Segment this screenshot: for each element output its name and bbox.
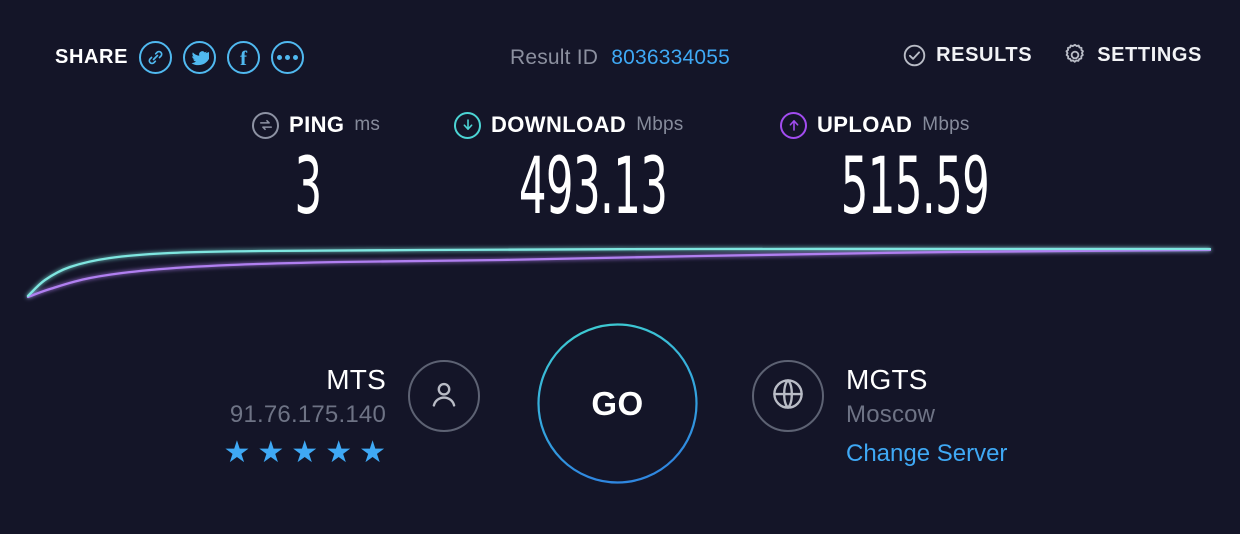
client-rating-stars[interactable]: ★ ★ ★ ★ ★ bbox=[223, 438, 386, 468]
change-server-link[interactable]: Change Server bbox=[846, 437, 1007, 471]
metric-download: DOWNLOAD Mbps 493.13 bbox=[440, 110, 740, 228]
result-id-label: Result ID bbox=[509, 46, 599, 69]
metric-ping-value: 3 bbox=[294, 142, 323, 232]
client-avatar-button[interactable] bbox=[408, 360, 480, 432]
metric-ping: PING ms 3 bbox=[180, 110, 420, 228]
metric-upload: UPLOAD Mbps 515.59 bbox=[770, 110, 1050, 228]
speed-graph-svg bbox=[26, 247, 1212, 299]
rating-star[interactable]: ★ bbox=[257, 438, 284, 468]
gear-icon bbox=[1062, 42, 1088, 68]
server-name: MGTS bbox=[846, 364, 928, 395]
metric-download-label: DOWNLOAD bbox=[491, 112, 627, 137]
graph-line-download bbox=[26, 247, 1212, 298]
speedtest-result-screen: SHARE f Result ID 8036334055 RESULTS SET… bbox=[0, 0, 1240, 534]
client-isp-name: MTS bbox=[326, 364, 386, 395]
metric-ping-header: PING ms bbox=[180, 110, 420, 140]
top-bar: SHARE f Result ID 8036334055 RESULTS SET… bbox=[0, 0, 1240, 100]
go-button[interactable]: GO bbox=[537, 323, 698, 484]
result-id-value[interactable]: 8036334055 bbox=[611, 46, 730, 69]
metrics-row: PING ms 3 DOWNLOAD Mbps 493.13 UPLOAD Mb… bbox=[0, 110, 1240, 235]
server-globe-button[interactable] bbox=[752, 360, 824, 432]
ping-exchange-icon bbox=[252, 111, 279, 139]
rating-star[interactable]: ★ bbox=[325, 438, 352, 468]
graph-line-upload bbox=[26, 248, 1212, 299]
speed-graph bbox=[0, 232, 1240, 312]
bottom-bar: MTS 91.76.175.140 ★ ★ ★ ★ ★ GO MGTS Mosc… bbox=[0, 318, 1240, 518]
person-icon bbox=[425, 375, 463, 418]
settings-label: SETTINGS bbox=[1097, 43, 1202, 66]
server-location: Moscow bbox=[846, 401, 936, 428]
globe-icon bbox=[769, 375, 807, 418]
metric-download-unit: Mbps bbox=[636, 114, 684, 135]
go-button-label: GO bbox=[591, 384, 644, 422]
top-right-actions: RESULTS SETTINGS bbox=[902, 42, 1202, 68]
results-label: RESULTS bbox=[936, 43, 1033, 66]
metric-upload-header: UPLOAD Mbps bbox=[770, 110, 1050, 140]
results-button[interactable]: RESULTS bbox=[902, 43, 1032, 68]
metric-upload-unit: Mbps bbox=[922, 114, 970, 135]
arrow-down-circle-icon bbox=[454, 111, 481, 139]
metric-download-header: DOWNLOAD Mbps bbox=[440, 110, 740, 140]
client-ip-address: 91.76.175.140 bbox=[229, 401, 386, 428]
metric-upload-value: 515.59 bbox=[840, 142, 990, 232]
metric-upload-label: UPLOAD bbox=[817, 112, 913, 137]
rating-star[interactable]: ★ bbox=[359, 438, 386, 468]
server-isp-block: MGTS Moscow Change Server bbox=[752, 360, 1007, 471]
rating-star[interactable]: ★ bbox=[291, 438, 318, 468]
arrow-up-circle-icon bbox=[780, 111, 807, 139]
settings-button[interactable]: SETTINGS bbox=[1062, 42, 1202, 68]
client-isp-texts: MTS 91.76.175.140 ★ ★ ★ ★ ★ bbox=[223, 360, 386, 468]
metric-ping-label: PING bbox=[289, 112, 345, 137]
rating-star[interactable]: ★ bbox=[223, 438, 250, 468]
check-circle-icon bbox=[902, 43, 927, 68]
client-isp-block: MTS 91.76.175.140 ★ ★ ★ ★ ★ bbox=[223, 360, 480, 468]
metric-download-value: 493.13 bbox=[518, 142, 668, 232]
server-isp-texts: MGTS Moscow Change Server bbox=[846, 360, 1007, 471]
metric-ping-unit: ms bbox=[354, 114, 381, 135]
